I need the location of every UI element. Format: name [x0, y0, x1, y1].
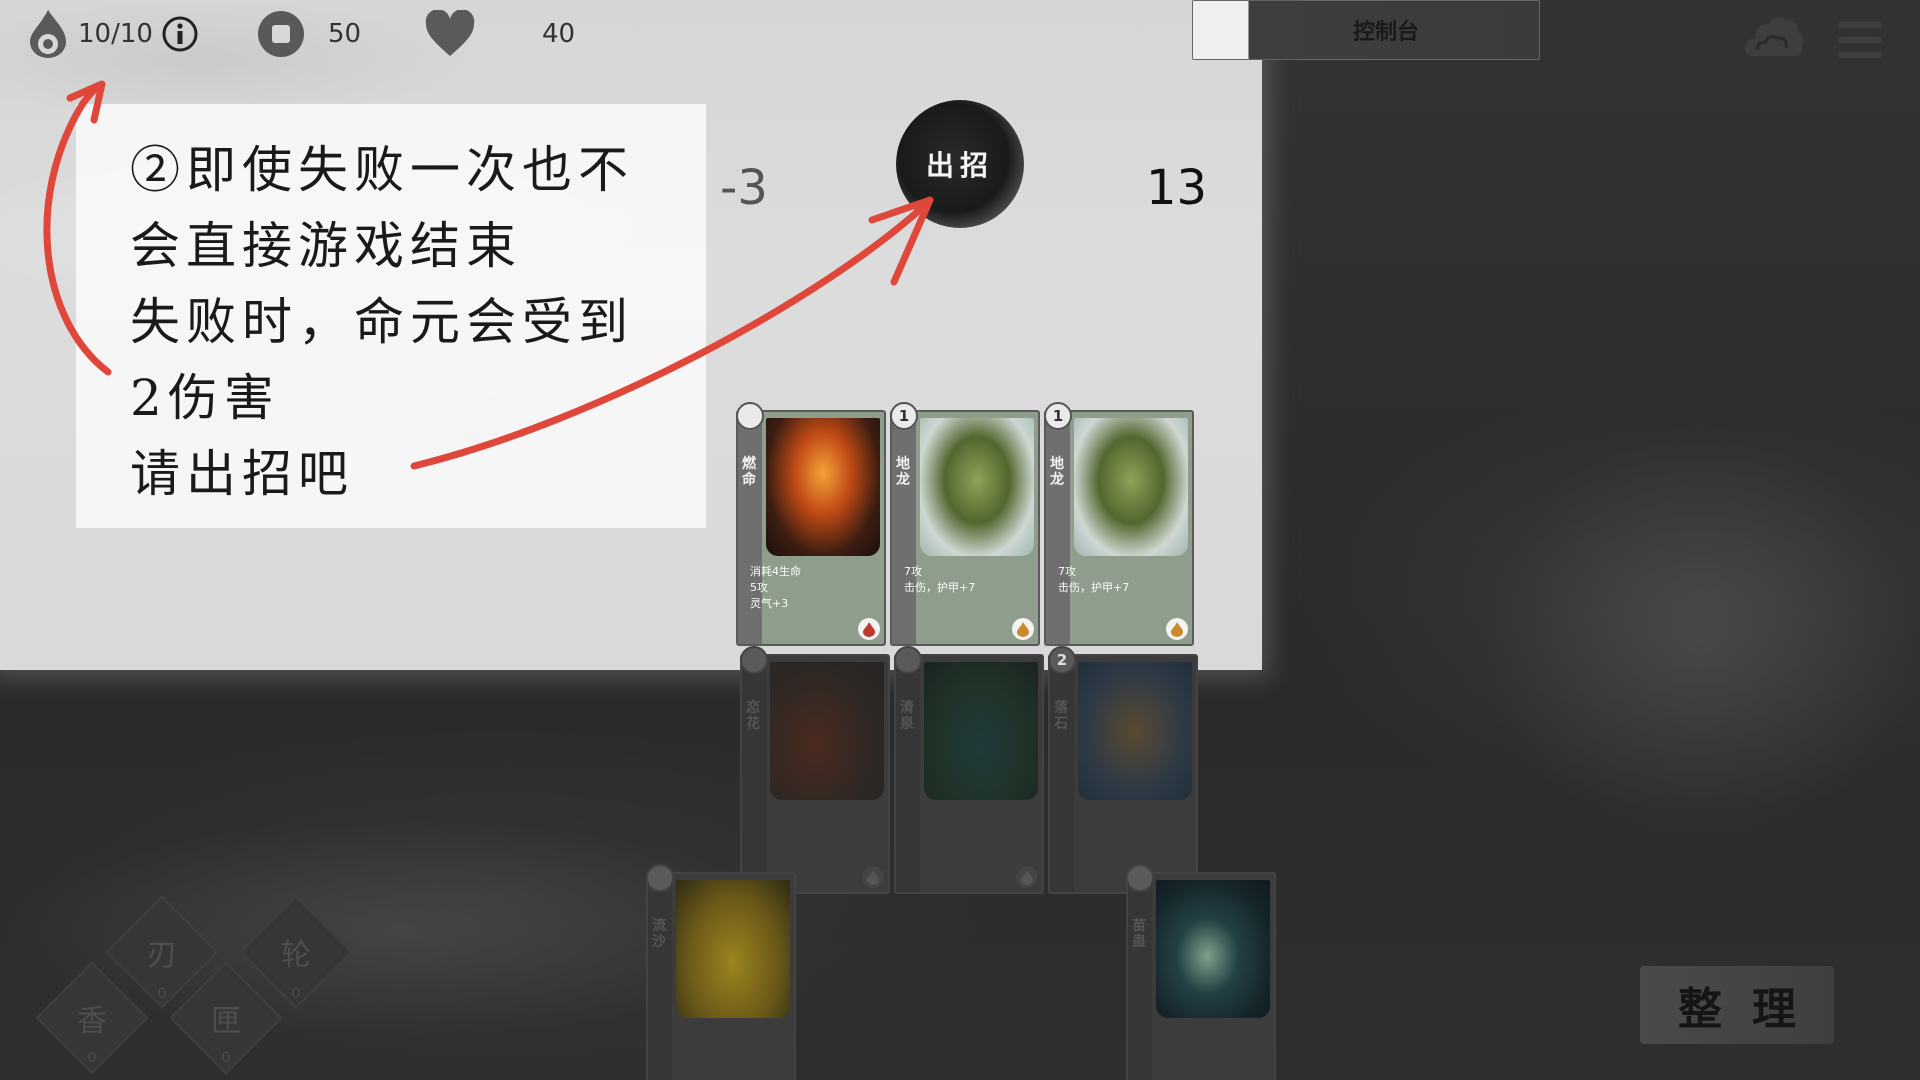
skill-wheel-label: 轮 [281, 938, 311, 973]
play-move-button[interactable]: 出招 [896, 100, 1024, 228]
tutorial-line-2: 会直接游戏结束 [130, 217, 522, 275]
card-cost [646, 864, 674, 892]
tutorial-line-5: 请出招吧 [130, 445, 354, 503]
play-move-label: 出招 [925, 149, 994, 182]
skill-blade-label: 刃 [147, 938, 177, 973]
menu-icon[interactable] [1836, 16, 1884, 64]
card-art-glowing-void [1156, 880, 1270, 1018]
tutorial-line-1: ②即使失败一次也不 [130, 141, 634, 199]
card-art-falling-rocks [1078, 662, 1192, 800]
heart-value: 40 [542, 19, 576, 49]
earth-element-icon [1166, 618, 1188, 640]
card-desc-line: 消耗4生命 [750, 565, 801, 578]
earth-element-icon [1012, 618, 1034, 640]
card-name: 清泉 [900, 700, 914, 732]
tutorial-line-3: 失败时，命元会受到 [130, 293, 634, 351]
card-cost: 1 [1044, 402, 1072, 430]
hand-card[interactable]: 苗蛊 [1126, 864, 1276, 1080]
fire-element-icon [862, 866, 884, 888]
background-mountain [1480, 430, 1920, 850]
card-name: 恋花 [746, 700, 760, 732]
card-name: 苗蛊 [1132, 918, 1146, 950]
stop-value: 50 [328, 19, 362, 49]
card-cost [1126, 864, 1154, 892]
opponent-score: -3 [720, 160, 768, 216]
card-desc-line: 5攻 [750, 581, 768, 594]
stop-icon [258, 11, 304, 57]
lives-stat: 10/10 [26, 8, 199, 60]
fire-element-icon [858, 618, 880, 640]
console-label: 控制台 [1352, 20, 1419, 45]
skill-incense-count: 0 [87, 1050, 97, 1066]
hand-card[interactable]: 燃命 消耗4生命 5攻 灵气+3 [736, 402, 886, 646]
hand-card[interactable]: 恋花 [740, 646, 890, 894]
hand-card[interactable]: 地龙 7攻 击伤，护甲+7 1 [890, 402, 1040, 646]
hand-card[interactable]: 流沙 [646, 864, 796, 1080]
card-desc-line: 7攻 [1058, 565, 1076, 578]
skill-box-count: 0 [221, 1050, 231, 1066]
tutorial-line-4: 2伤害 [130, 369, 280, 427]
card-art-flowers [770, 662, 884, 800]
player-score: 13 [1146, 160, 1208, 216]
card-name: 落石 [1054, 700, 1068, 732]
card-desc-line: 击伤，护甲+7 [1058, 581, 1130, 594]
card-art-quicksand [676, 880, 790, 1018]
card-name: 地龙 [1050, 456, 1064, 488]
card-name: 燃命 [742, 456, 756, 488]
console-button[interactable]: 控制台 [1192, 0, 1540, 60]
card-art-burning-man [766, 418, 880, 556]
info-icon[interactable] [161, 15, 199, 53]
soul-flame-icon [30, 10, 66, 58]
sort-label: 整理 [1678, 984, 1826, 1035]
water-element-icon [1016, 866, 1038, 888]
card-desc-line: 击伤，护甲+7 [904, 581, 976, 594]
card-cost [894, 646, 922, 674]
skill-box-label: 匣 [211, 1004, 241, 1039]
hand-card[interactable]: 落石 2 [1048, 646, 1198, 894]
health-stat: 40 [424, 8, 575, 60]
stop-stat: 50 [256, 8, 361, 60]
auspicious-cloud-icon[interactable] [1738, 10, 1808, 64]
heart-icon [425, 10, 475, 56]
card-cost [736, 402, 764, 430]
card-cost: 1 [890, 402, 918, 430]
card-name: 地龙 [896, 456, 910, 488]
card-art-earth-dragon [1074, 418, 1188, 556]
lives-value: 10/10 [78, 19, 153, 49]
sort-button[interactable]: 整理 [1640, 966, 1834, 1044]
card-art-forest-stream [924, 662, 1038, 800]
card-art-earth-dragon [920, 418, 1034, 556]
skill-incense-label: 香 [77, 1004, 107, 1039]
hand-card[interactable]: 清泉 [894, 646, 1044, 894]
card-desc-line: 7攻 [904, 565, 922, 578]
card-desc-line: 灵气+3 [750, 597, 789, 610]
card-cost: 2 [1048, 646, 1076, 674]
hand-card[interactable]: 地龙 7攻 击伤，护甲+7 1 [1044, 402, 1194, 646]
skill-wheel-count: 0 [291, 986, 301, 1002]
card-cost [740, 646, 768, 674]
card-name: 流沙 [652, 918, 666, 950]
